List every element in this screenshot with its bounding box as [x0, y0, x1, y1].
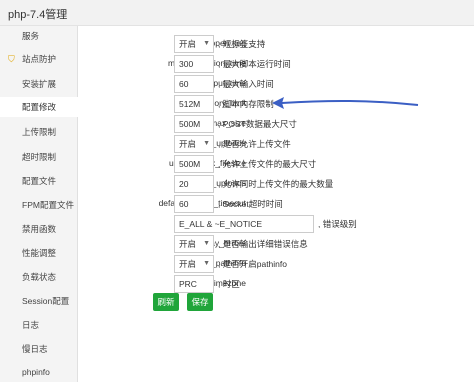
setting-desc-text: 最大输入时间	[222, 79, 274, 89]
sidebar-item-label: 超时限制	[22, 152, 57, 162]
sidebar-item-label: 慢日志	[22, 344, 48, 354]
sidebar-item-label: 负载状态	[22, 272, 57, 282]
cgi-fix-pathinfo-select[interactable]: 开启 ▼	[174, 255, 214, 273]
sidebar-item-label: 配置修改	[22, 102, 57, 112]
window-title: php-7.4管理	[8, 9, 68, 21]
chevron-down-icon: ▼	[203, 240, 210, 247]
setting-desc: , 短标签支持	[218, 39, 266, 49]
sidebar-item-label: 服务	[22, 31, 40, 41]
file-uploads-select[interactable]: 开启 ▼	[174, 135, 214, 153]
setting-desc-text: 允许同时上传文件的最大数量	[222, 179, 334, 189]
setting-row-date-timezone: date.timezone PRC , 时区	[78, 274, 474, 294]
setting-desc: , 时区	[218, 279, 240, 289]
setting-desc: , 错误级别	[318, 219, 357, 229]
sidebar-item-label: phpinfo	[22, 367, 50, 377]
sidebar-item-label: 上传限制	[22, 127, 57, 137]
setting-desc: , 允许同时上传文件的最大数量	[218, 179, 334, 189]
sidebar-item-slow-log[interactable]: 慢日志	[0, 339, 78, 359]
setting-desc-text: 错误级别	[322, 219, 357, 229]
setting-desc-text: 是否开启pathinfo	[222, 259, 287, 269]
default-socket-timeout-input[interactable]: 60	[174, 195, 214, 213]
shield-icon: ⛉	[8, 54, 15, 64]
sidebar-item-service[interactable]: 服务	[0, 26, 78, 46]
sidebar-item-install-extensions[interactable]: 安装扩展	[0, 74, 78, 94]
setting-desc: , 是否开启pathinfo	[218, 259, 287, 269]
setting-desc-text: 脚本内存限制	[222, 99, 274, 109]
memory-limit-input[interactable]: 512M	[174, 95, 214, 113]
sidebar-item-timeout-limit[interactable]: 超时限制	[0, 147, 78, 167]
setting-row-display-errors: display_errors 开启 ▼ , 是否输出详细错误信息	[78, 234, 474, 254]
sidebar-item-label: FPM配置文件	[22, 200, 74, 210]
sidebar: 服务 ⛉ 站点防护 安装扩展 配置修改 上传限制 超时限制 配置文件 FPM配置…	[0, 26, 78, 382]
setting-desc: , 允许上传文件的最大尺寸	[218, 159, 317, 169]
sidebar-item-upload-limit[interactable]: 上传限制	[0, 122, 78, 142]
sidebar-item-label: 性能调整	[22, 248, 57, 258]
max-execution-time-input[interactable]: 300	[174, 55, 214, 73]
setting-row-upload-max-filesize: upload_max_filesize 500M , 允许上传文件的最大尺寸	[78, 154, 474, 174]
setting-row-file-uploads: file_uploads 开启 ▼ , 是否允许上传文件	[78, 134, 474, 154]
max-input-time-input[interactable]: 60	[174, 75, 214, 93]
sidebar-item-disabled-functions[interactable]: 禁用函数	[0, 219, 78, 239]
arrow-shaft	[281, 99, 419, 106]
sidebar-item-site-protection[interactable]: ⛉ 站点防护	[0, 49, 78, 69]
select-value: 开启	[179, 259, 197, 269]
chevron-down-icon: ▼	[203, 140, 210, 147]
sidebar-item-label: 配置文件	[22, 176, 57, 186]
setting-row-max-execution-time: max_execution_time 300 , 最大脚本运行时间	[78, 54, 474, 74]
upload-max-filesize-input[interactable]: 500M	[174, 155, 214, 173]
save-button[interactable]: 保存	[187, 293, 213, 311]
setting-desc: , POST数据最大尺寸	[218, 119, 297, 129]
setting-desc-text: 时区	[222, 279, 240, 289]
setting-row-short-open-tag: short_open_tag 开启 ▼ , 短标签支持	[78, 34, 474, 54]
setting-row-default-socket-timeout: default_socket_timeout 60 , Socket超时时间	[78, 194, 474, 214]
setting-desc-text: 短标签支持	[222, 39, 266, 49]
sidebar-item-session-config[interactable]: Session配置	[0, 291, 78, 311]
setting-desc: , 最大输入时间	[218, 79, 274, 89]
sidebar-item-log[interactable]: 日志	[0, 315, 78, 335]
sidebar-item-fpm-config-file[interactable]: FPM配置文件	[0, 195, 78, 215]
error-reporting-input[interactable]: E_ALL & ~E_NOTICE	[174, 215, 314, 233]
date-timezone-input[interactable]: PRC	[174, 275, 214, 293]
setting-desc-text: 是否输出详细错误信息	[222, 239, 308, 249]
setting-desc-text: 允许上传文件的最大尺寸	[222, 159, 317, 169]
sidebar-item-label: 站点防护	[22, 54, 57, 64]
sidebar-item-performance[interactable]: 性能调整	[0, 243, 78, 263]
setting-desc: , 最大脚本运行时间	[218, 59, 291, 69]
sidebar-item-label: 禁用函数	[22, 224, 57, 234]
max-file-uploads-input[interactable]: 20	[174, 175, 214, 193]
chevron-down-icon: ▼	[203, 40, 210, 47]
sidebar-item-phpinfo[interactable]: phpinfo	[0, 362, 78, 382]
setting-row-max-input-time: max_input_time 60 , 最大输入时间	[78, 74, 474, 94]
sidebar-item-config-file[interactable]: 配置文件	[0, 171, 78, 191]
select-value: 开启	[179, 239, 197, 249]
sidebar-item-load-status[interactable]: 负载状态	[0, 267, 78, 287]
setting-desc-text: 是否允许上传文件	[222, 139, 291, 149]
short-open-tag-select[interactable]: 开启 ▼	[174, 35, 214, 53]
setting-desc-text: Socket超时时间	[222, 199, 283, 209]
window-titlebar: php-7.4管理	[0, 0, 474, 26]
sidebar-item-label: 日志	[22, 320, 40, 330]
setting-row-cgi-fix-pathinfo: cgi.fix_pathinfo 开启 ▼ , 是否开启pathinfo	[78, 254, 474, 274]
display-errors-select[interactable]: 开启 ▼	[174, 235, 214, 253]
sidebar-item-label: Session配置	[22, 296, 70, 306]
setting-row-post-max-size: post_max_size 500M , POST数据最大尺寸	[78, 114, 474, 134]
post-max-size-input[interactable]: 500M	[174, 115, 214, 133]
setting-row-max-file-uploads: max_file_uploads 20 , 允许同时上传文件的最大数量	[78, 174, 474, 194]
chevron-down-icon: ▼	[203, 260, 210, 267]
setting-desc: , 脚本内存限制	[218, 99, 274, 109]
setting-row-error-reporting: error_reporting E_ALL & ~E_NOTICE , 错误级别	[78, 214, 474, 234]
setting-desc: , 是否允许上传文件	[218, 139, 291, 149]
select-value: 开启	[179, 139, 197, 149]
setting-desc: , Socket超时时间	[218, 199, 283, 209]
setting-desc-text: 最大脚本运行时间	[222, 59, 291, 69]
refresh-button[interactable]: 刷新	[153, 293, 179, 311]
select-value: 开启	[179, 39, 197, 49]
setting-desc: , 是否输出详细错误信息	[218, 239, 308, 249]
setting-desc-text: POST数据最大尺寸	[222, 119, 297, 129]
annotation-arrow-icon	[272, 97, 419, 109]
sidebar-item-config-modify[interactable]: 配置修改	[0, 97, 78, 117]
sidebar-item-label: 安装扩展	[22, 79, 57, 89]
